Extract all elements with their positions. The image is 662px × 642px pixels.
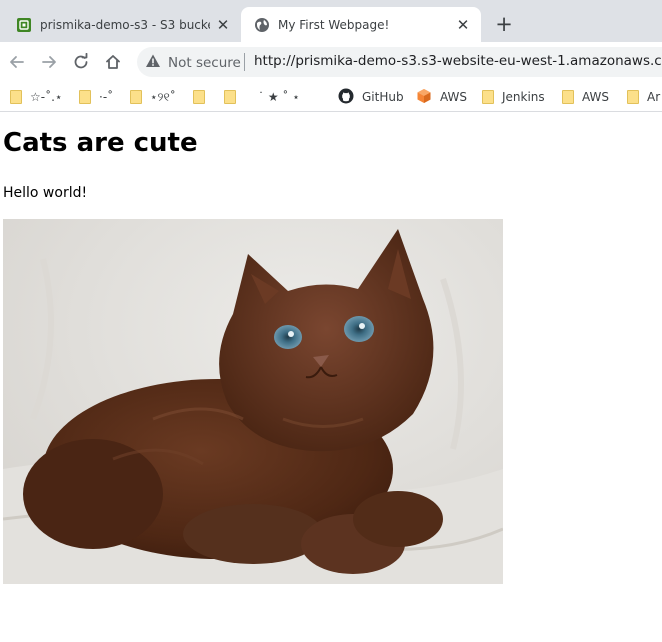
tab-title: prismika-demo-s3 - S3 bucket | xyxy=(40,18,210,32)
s3-favicon-icon xyxy=(16,17,32,33)
folder-icon xyxy=(224,90,236,104)
security-label: Not secure xyxy=(168,55,241,71)
reload-icon[interactable] xyxy=(69,50,93,74)
bookmark-folder[interactable]: Ar xyxy=(627,88,660,106)
bookmark-folder[interactable]: ˙ ★ ˚ ⋆ xyxy=(224,88,300,106)
url-text[interactable]: http://prismika-demo-s3.s3-website-eu-we… xyxy=(254,53,662,69)
back-arrow-icon[interactable] xyxy=(5,50,29,74)
close-tab-icon[interactable]: ✕ xyxy=(453,15,473,35)
tab-strip: prismika-demo-s3 - S3 bucket | ✕ My Firs… xyxy=(0,0,662,42)
warning-icon xyxy=(145,53,161,73)
bookmark-label: ⋆୨୧˚ xyxy=(150,89,176,104)
folder-icon xyxy=(79,90,91,104)
bookmark-folder[interactable]: ⋆୨୧˚ xyxy=(130,88,176,106)
bookmark-folder[interactable]: ⋅-˚ xyxy=(79,88,113,106)
bookmark-label: GitHub xyxy=(362,90,404,104)
folder-icon xyxy=(193,90,205,104)
bookmark-label: AWS xyxy=(440,90,468,104)
omnibox-divider xyxy=(244,53,245,71)
bookmark-folder[interactable]: Jenkins xyxy=(482,88,545,106)
folder-icon xyxy=(627,90,639,104)
home-icon[interactable] xyxy=(101,50,125,74)
tab-title: My First Webpage! xyxy=(278,18,390,32)
bookmarks-bar: ☆-˚.⋆ ⋅-˚ ⋆୨୧˚ ˙ ★ ˚ ⋆ GitHub AWS Jenkin… xyxy=(0,82,662,112)
close-tab-icon[interactable]: ✕ xyxy=(213,15,233,35)
globe-icon xyxy=(254,17,270,33)
bookmark-label: Ar xyxy=(647,90,661,104)
address-bar[interactable]: Not secure http://prismika-demo-s3.s3-we… xyxy=(137,47,662,77)
tab-my-first-webpage[interactable]: My First Webpage! ✕ xyxy=(241,7,481,42)
bookmark-label: AWS xyxy=(582,90,610,104)
bookmark-label: ☆-˚.⋆ xyxy=(30,90,63,104)
bookmark-folder[interactable]: AWS xyxy=(562,88,609,106)
security-indicator[interactable]: Not secure xyxy=(145,53,241,73)
aws-icon xyxy=(416,88,432,107)
bookmark-label: ⋅-˚ xyxy=(99,90,114,104)
bookmark-label: Jenkins xyxy=(502,90,545,104)
bookmark-folder[interactable] xyxy=(193,88,213,106)
page-paragraph: Hello world! xyxy=(3,185,88,201)
forward-arrow-icon[interactable] xyxy=(37,50,61,74)
bookmark-aws[interactable]: AWS xyxy=(416,88,467,106)
tab-s3-bucket[interactable]: prismika-demo-s3 - S3 bucket | ✕ xyxy=(8,7,241,42)
bookmark-folder[interactable]: ☆-˚.⋆ xyxy=(10,88,62,106)
browser-toolbar: Not secure http://prismika-demo-s3.s3-we… xyxy=(0,42,662,82)
folder-icon xyxy=(130,90,142,104)
folder-icon xyxy=(10,90,22,104)
github-icon xyxy=(338,88,354,107)
folder-icon xyxy=(482,90,494,104)
folder-icon xyxy=(562,90,574,104)
bookmark-label: ˙ ★ ˚ ⋆ xyxy=(258,90,300,104)
bookmark-github[interactable]: GitHub xyxy=(338,88,404,106)
kitten-image xyxy=(3,219,503,584)
new-tab-button[interactable]: + xyxy=(492,12,516,36)
page-heading: Cats are cute xyxy=(3,128,198,158)
